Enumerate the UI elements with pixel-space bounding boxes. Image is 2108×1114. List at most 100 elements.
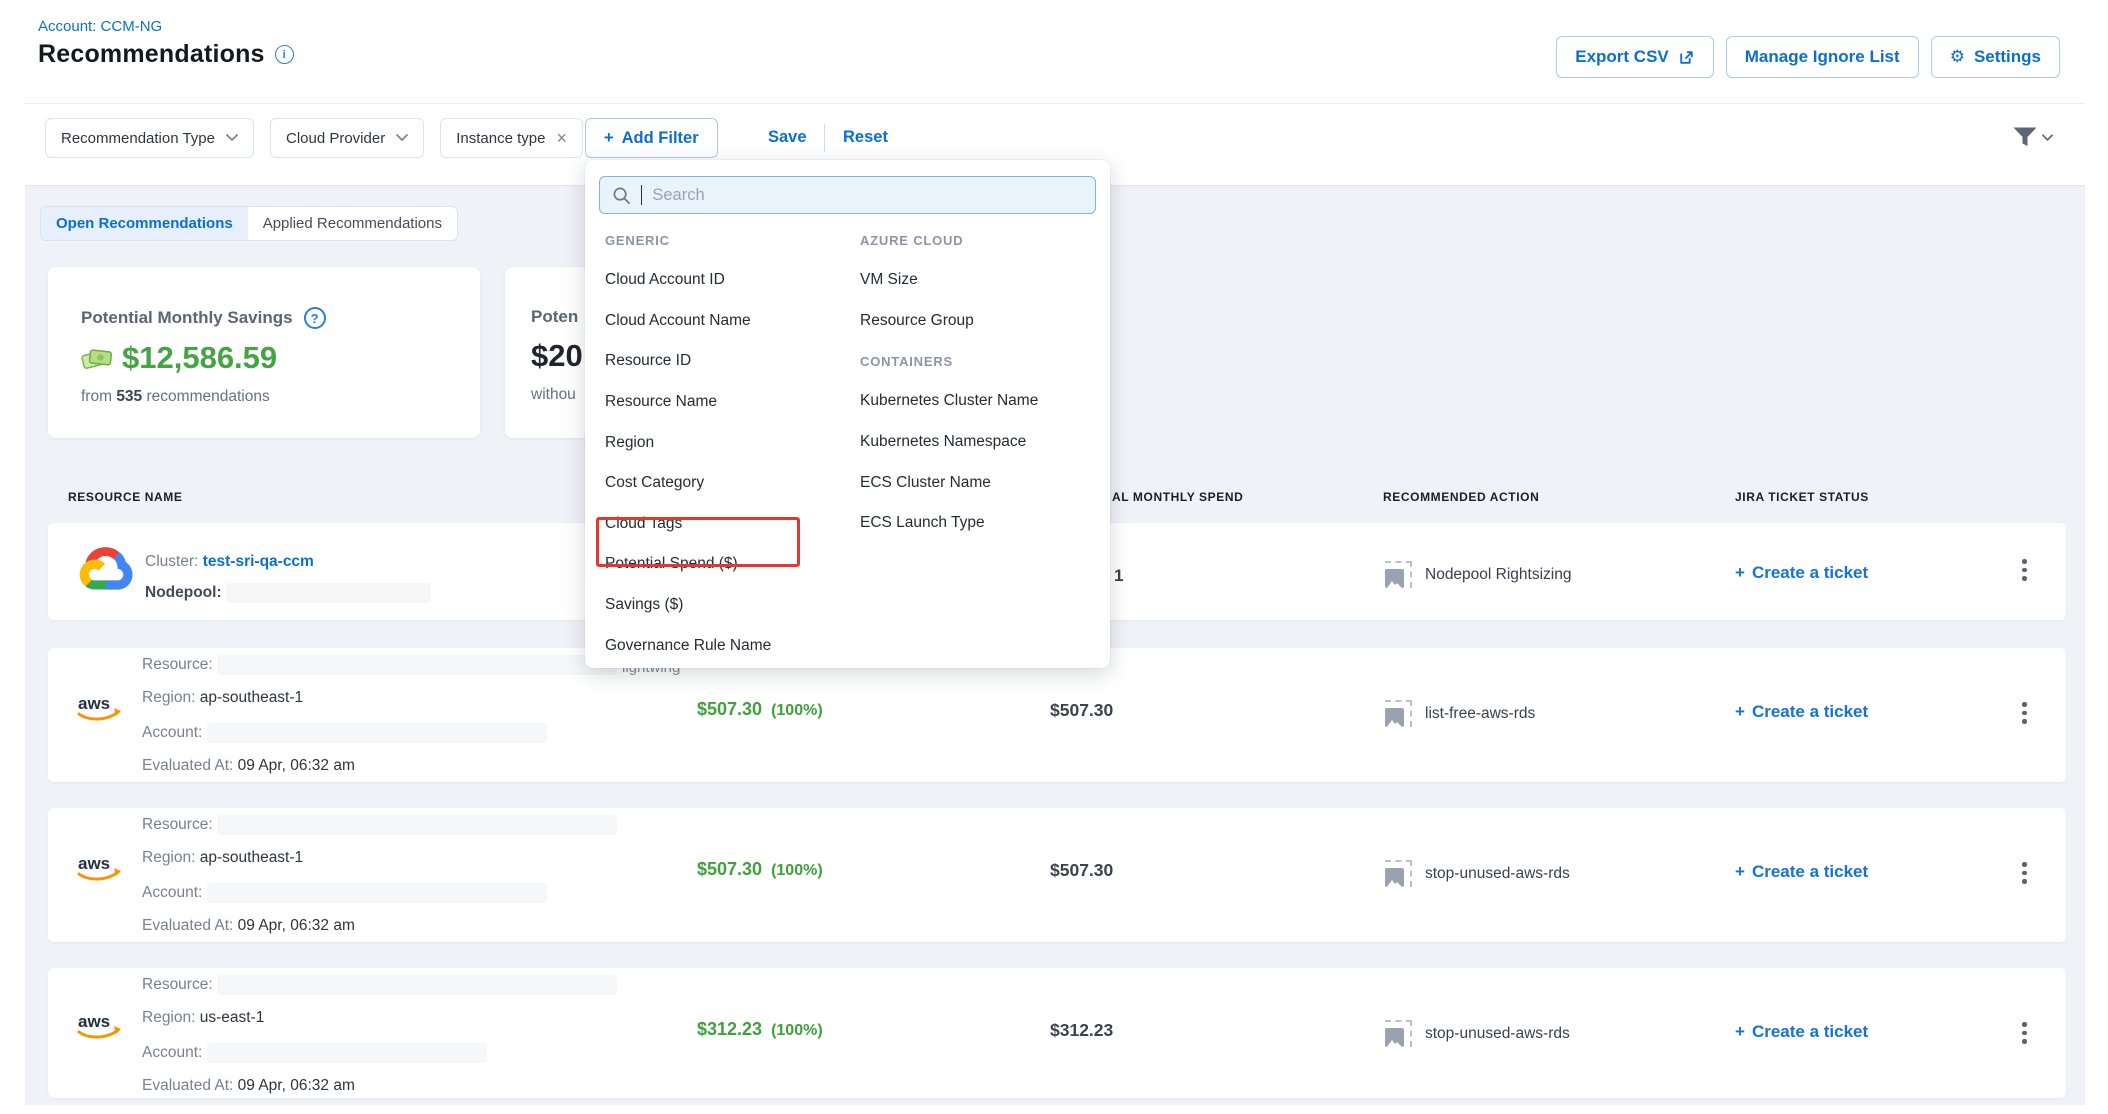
monthly-spend-value: $312.23 <box>1050 1020 1113 1041</box>
export-csv-button[interactable]: Export CSV <box>1556 36 1714 78</box>
monthly-spend-partial-value: 1 <box>1114 566 1123 586</box>
filter-search-box[interactable] <box>599 176 1096 214</box>
recommended-action: stop-unused-aws-rds <box>1385 860 1570 887</box>
chip-label: Recommendation Type <box>61 130 215 147</box>
settings-button[interactable]: ⚙ Settings <box>1931 36 2060 78</box>
filter-option-potential-spend[interactable]: Potential Spend ($) <box>605 544 850 585</box>
create-ticket-button[interactable]: + Create a ticket <box>1735 702 1868 722</box>
add-filter-button[interactable]: + Add Filter <box>585 118 718 158</box>
cluster-line: Cluster: test-sri-qa-ccm <box>145 553 314 571</box>
filter-option-kubernetes-namespace[interactable]: Kubernetes Namespace <box>860 422 1100 463</box>
plus-icon: + <box>604 129 614 148</box>
account-line: Account: <box>142 723 547 743</box>
filter-option-vm-size[interactable]: VM Size <box>860 260 1100 301</box>
filter-funnel-button[interactable] <box>2012 126 2053 149</box>
image-placeholder-icon <box>1385 561 1412 588</box>
potential-monthly-savings-card: Potential Monthly Savings ? $12,586.59 f… <box>48 267 480 438</box>
filter-option-region[interactable]: Region <box>605 422 850 463</box>
nodepool-line: Nodepool: <box>145 583 431 603</box>
create-ticket-label: Create a ticket <box>1752 563 1868 583</box>
filter-option-resource-name[interactable]: Resource Name <box>605 382 850 423</box>
filter-option-ecs-launch-type[interactable]: ECS Launch Type <box>860 503 1100 544</box>
filter-chips: Recommendation Type Cloud Provider Insta… <box>45 118 583 158</box>
info-icon[interactable]: i <box>275 45 294 64</box>
filter-option-cloud-account-name[interactable]: Cloud Account Name <box>605 301 850 342</box>
redacted-value <box>217 815 617 835</box>
row-menu-button[interactable] <box>2016 696 2033 730</box>
chevron-down-icon <box>2042 134 2053 142</box>
help-icon[interactable]: ? <box>304 307 326 329</box>
cluster-link[interactable]: test-sri-qa-ccm <box>203 553 314 570</box>
breadcrumb[interactable]: Account: CCM-NG <box>38 18 162 35</box>
tab-applied-recommendations[interactable]: Applied Recommendations <box>248 207 457 240</box>
page-title: Recommendations <box>38 40 265 69</box>
monthly-savings-value: $312.23(100%) <box>697 1019 823 1040</box>
resource-line: Resource: <box>142 655 617 675</box>
column-header-resource-name: RESOURCE NAME <box>68 490 182 504</box>
filter-option-cloud-tags[interactable]: Cloud Tags <box>605 504 850 545</box>
chip-instance-type[interactable]: Instance type × <box>440 118 583 158</box>
resource-line: Resource: <box>142 815 617 835</box>
action-label: stop-unused-aws-rds <box>1425 865 1570 883</box>
table-row[interactable]: aws Resource: Region: us-east-1 Account:… <box>48 968 2066 1098</box>
header-divider <box>25 103 2085 104</box>
card-title-fragment: Poten <box>531 307 578 327</box>
search-input[interactable] <box>652 186 1083 205</box>
recommended-action: Nodepool Rightsizing <box>1385 561 1571 588</box>
card-title: Potential Monthly Savings <box>81 308 293 328</box>
row-menu-button[interactable] <box>2016 856 2033 890</box>
filter-option-governance-rule-name[interactable]: Governance Rule Name <box>605 625 850 666</box>
save-button[interactable]: Save <box>768 128 807 147</box>
redacted-value <box>207 723 547 743</box>
section-title-containers: CONTAINERS <box>860 341 1100 381</box>
row-menu-button[interactable] <box>2016 553 2033 587</box>
svg-text:aws: aws <box>78 1012 110 1031</box>
filter-option-kubernetes-cluster-name[interactable]: Kubernetes Cluster Name <box>860 381 1100 422</box>
tab-open-recommendations[interactable]: Open Recommendations <box>41 207 248 240</box>
manage-ignore-list-label: Manage Ignore List <box>1745 47 1900 67</box>
redacted-value <box>226 583 431 603</box>
recommendations-tabs: Open Recommendations Applied Recommendat… <box>40 206 458 241</box>
recommended-action: list-free-aws-rds <box>1385 700 1535 727</box>
aws-icon: aws <box>74 852 126 886</box>
recommended-action: stop-unused-aws-rds <box>1385 1020 1570 1047</box>
redacted-value <box>207 883 547 903</box>
column-header-total-monthly-spend: AL MONTHLY SPEND <box>1112 490 1243 504</box>
add-filter-dropdown: GENERIC Cloud Account ID Cloud Account N… <box>585 160 1110 668</box>
region-line: Region: ap-southeast-1 <box>142 689 303 707</box>
section-title-azure-cloud: AZURE CLOUD <box>860 220 1100 260</box>
monthly-spend-value: $507.30 <box>1050 700 1113 721</box>
table-row[interactable]: aws Resource: Region: ap-southeast-1 Acc… <box>48 808 2066 942</box>
gear-icon: ⚙ <box>1950 49 1965 66</box>
redacted-value <box>217 975 617 995</box>
settings-label: Settings <box>1974 47 2041 67</box>
account-line: Account: <box>142 883 547 903</box>
chip-recommendation-type[interactable]: Recommendation Type <box>45 118 254 158</box>
image-placeholder-icon <box>1385 860 1412 887</box>
row-menu-button[interactable] <box>2016 1016 2033 1050</box>
svg-text:aws: aws <box>78 694 110 713</box>
filter-option-cloud-account-id[interactable]: Cloud Account ID <box>605 260 850 301</box>
action-label: Nodepool Rightsizing <box>1425 566 1571 584</box>
reset-button[interactable]: Reset <box>843 128 888 147</box>
filter-option-resource-id[interactable]: Resource ID <box>605 341 850 382</box>
create-ticket-button[interactable]: + Create a ticket <box>1735 563 1868 583</box>
filter-option-savings[interactable]: Savings ($) <box>605 585 850 626</box>
create-ticket-button[interactable]: + Create a ticket <box>1735 862 1868 882</box>
filter-options-column-cloud: AZURE CLOUD VM Size Resource Group CONTA… <box>860 220 1100 544</box>
filter-option-resource-group[interactable]: Resource Group <box>860 301 1100 342</box>
external-link-icon <box>1678 49 1695 66</box>
image-placeholder-icon <box>1385 700 1412 727</box>
filter-option-ecs-cluster-name[interactable]: ECS Cluster Name <box>860 462 1100 503</box>
save-reset-divider <box>824 124 825 152</box>
close-icon[interactable]: × <box>556 129 567 147</box>
table-row[interactable]: aws Resource: Region: ap-southeast-1 Acc… <box>48 648 2066 782</box>
manage-ignore-list-button[interactable]: Manage Ignore List <box>1726 36 1919 78</box>
monthly-savings-value: $507.30(100%) <box>697 699 823 720</box>
create-ticket-button[interactable]: + Create a ticket <box>1735 1022 1868 1042</box>
chevron-down-icon <box>226 134 238 142</box>
filter-option-cost-category[interactable]: Cost Category <box>605 463 850 504</box>
chip-cloud-provider[interactable]: Cloud Provider <box>270 118 424 158</box>
chip-label: Cloud Provider <box>286 130 385 147</box>
savings-amount: $12,586.59 <box>122 340 277 376</box>
